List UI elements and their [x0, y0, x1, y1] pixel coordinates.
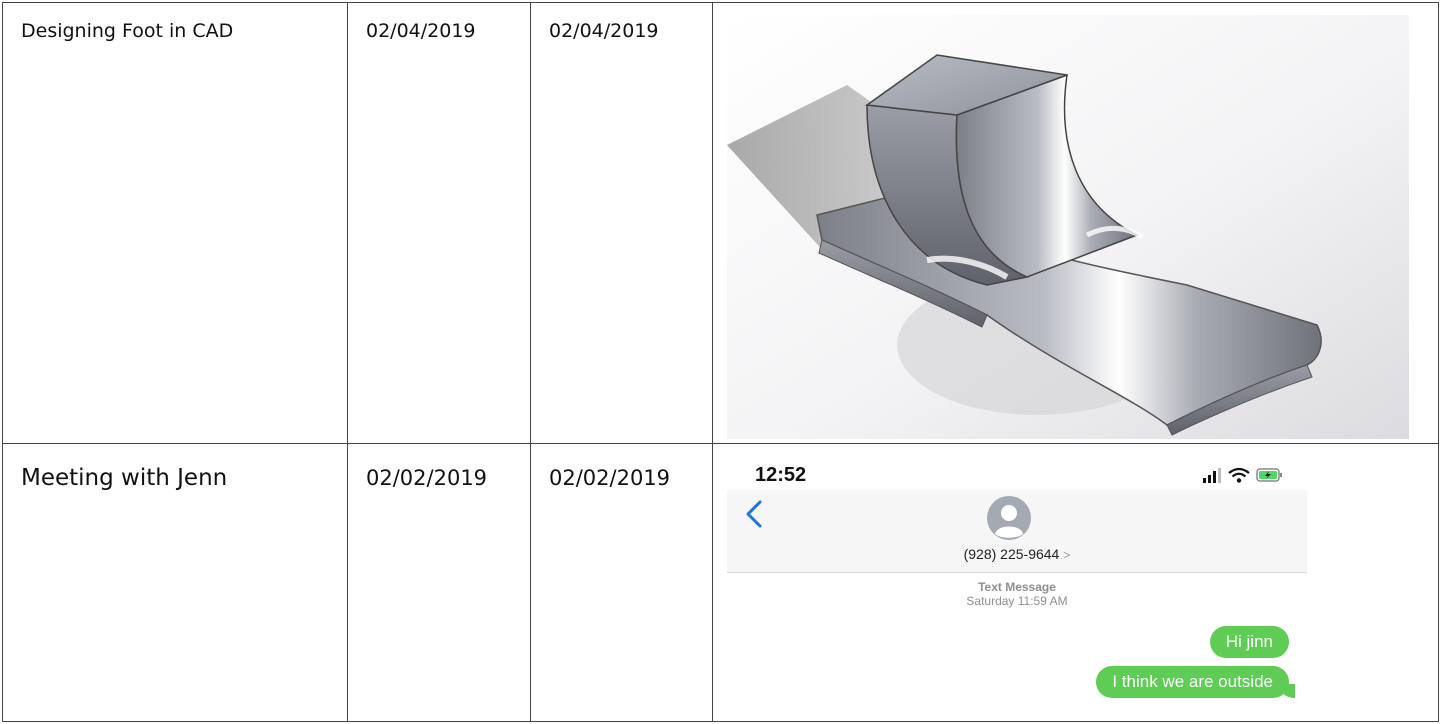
table-row: Designing Foot in CAD 02/04/2019 02/04/2…	[2, 2, 1439, 444]
contact-number-link[interactable]: (928) 225-9644 >	[727, 546, 1307, 562]
task-cell: Designing Foot in CAD	[2, 2, 348, 444]
text-message-screenshot: 12:52 (928) 225-9644 > Text Message Satu…	[727, 455, 1307, 718]
wifi-icon	[1228, 467, 1250, 483]
activity-log-table: Designing Foot in CAD 02/04/2019 02/04/2…	[2, 2, 1439, 723]
end-date: 02/04/2019	[549, 20, 659, 42]
signal-icon	[1203, 467, 1221, 483]
battery-charging-icon	[1256, 467, 1282, 482]
contact-number: (928) 225-9644	[963, 545, 1060, 562]
message-meta: Text Message Saturday 11:59 AM	[727, 580, 1307, 608]
status-bar: 12:52	[727, 456, 1307, 490]
start-date-cell: 02/02/2019	[347, 442, 531, 723]
message-type-label: Text Message	[978, 579, 1056, 594]
task-cell: Meeting with Jenn	[2, 442, 348, 723]
status-icons	[1203, 467, 1282, 483]
evidence-cell	[712, 2, 1439, 444]
message-timestamp: Saturday 11:59 AM	[966, 593, 1068, 608]
status-time: 12:52	[755, 463, 807, 486]
task-name: Meeting with Jenn	[21, 464, 228, 491]
evidence-cell: 12:52 (928) 225-9644 > Text Message Satu…	[712, 442, 1439, 723]
cad-foot-render	[727, 15, 1409, 439]
start-date: 02/02/2019	[366, 465, 488, 490]
end-date: 02/02/2019	[549, 465, 671, 490]
end-date-cell: 02/04/2019	[530, 2, 713, 444]
start-date-cell: 02/04/2019	[347, 2, 531, 444]
chevron-left-icon[interactable]	[745, 500, 763, 528]
end-date-cell: 02/02/2019	[530, 442, 713, 723]
chevron-right-icon: >	[1063, 547, 1071, 562]
table-row: Meeting with Jenn 02/02/2019 02/02/2019 …	[2, 442, 1439, 723]
message-bubble: I think we are outside	[1096, 665, 1295, 698]
conversation-header: (928) 225-9644 >	[727, 489, 1307, 573]
task-name: Designing Foot in CAD	[21, 20, 234, 42]
start-date: 02/04/2019	[366, 20, 476, 42]
contact-avatar-icon[interactable]	[987, 495, 1031, 540]
message-bubble: Hi jinn	[1209, 625, 1289, 658]
